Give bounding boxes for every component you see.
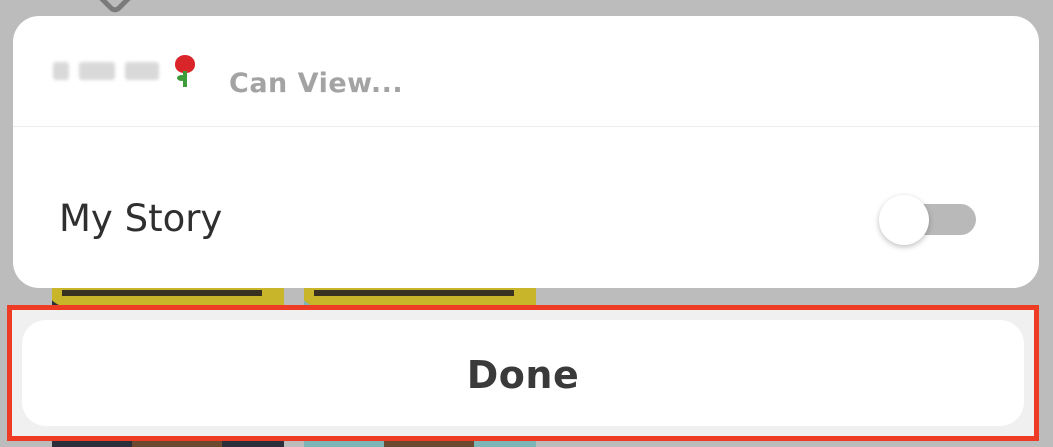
- rose-icon: [169, 55, 199, 87]
- redacted-username: [53, 55, 199, 87]
- privacy-sheet: Can View... My Story: [13, 16, 1039, 288]
- my-story-toggle[interactable]: [879, 195, 976, 245]
- toggle-knob: [879, 195, 929, 245]
- my-story-label: My Story: [59, 197, 223, 240]
- done-button[interactable]: Done: [22, 320, 1024, 426]
- done-button-label: Done: [466, 353, 580, 397]
- my-story-row[interactable]: My Story: [13, 127, 1039, 288]
- sheet-title: Can View...: [229, 68, 404, 99]
- background-icon: [82, 0, 148, 16]
- done-button-highlight: Done: [7, 305, 1039, 441]
- sheet-header: Can View...: [13, 16, 1039, 127]
